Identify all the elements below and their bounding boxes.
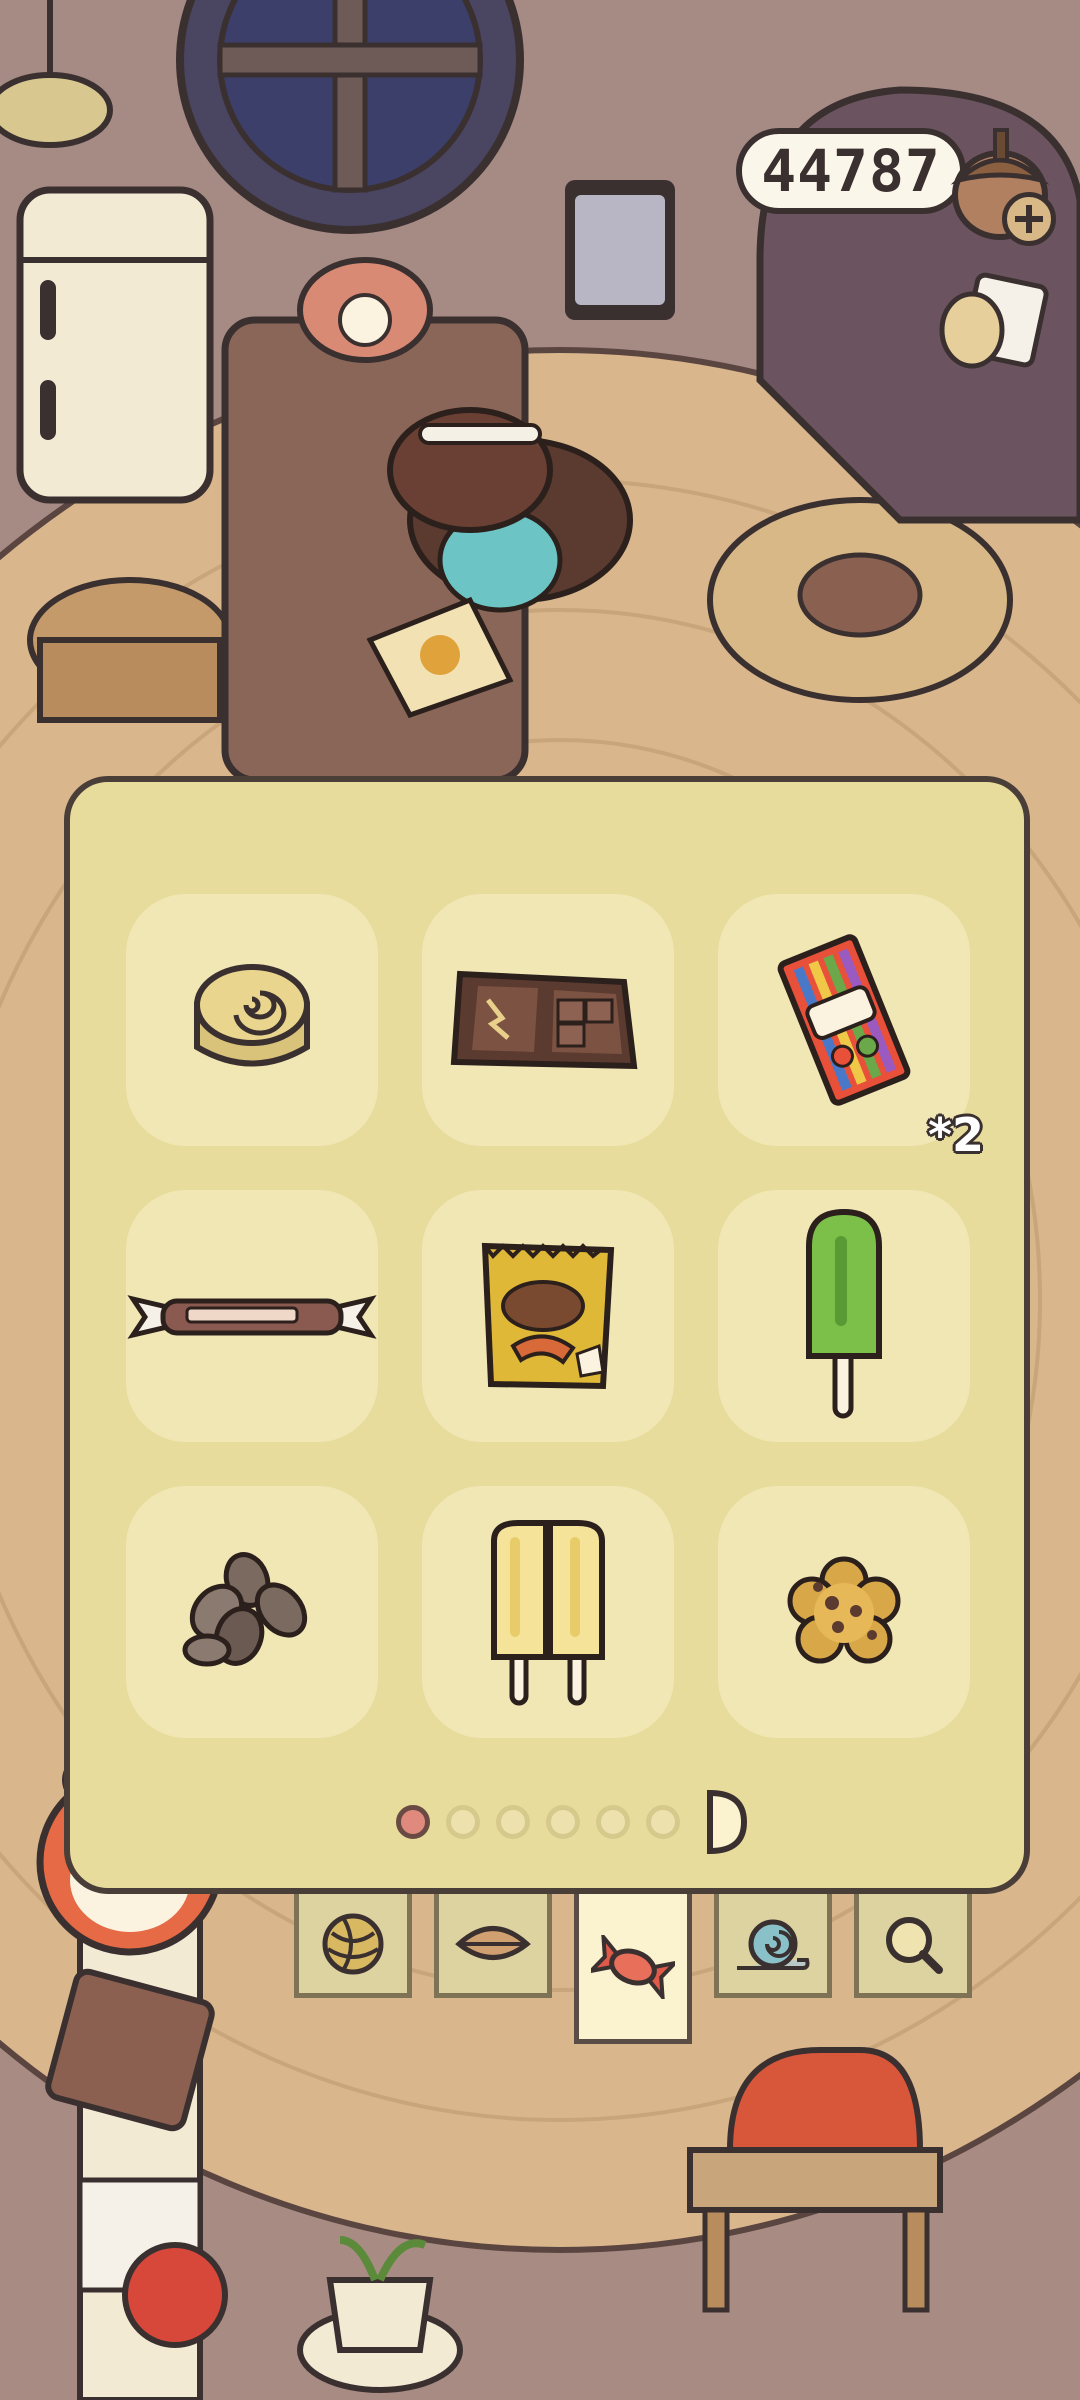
candy-pack-icon bbox=[777, 934, 911, 1106]
tab-leaf[interactable] bbox=[434, 1894, 552, 1998]
plus-icon bbox=[1015, 205, 1043, 233]
item-count: *2 bbox=[927, 1108, 984, 1162]
add-coins-button[interactable] bbox=[1002, 192, 1056, 246]
twin-popsicle-icon bbox=[491, 1520, 605, 1706]
category-tabs bbox=[290, 1894, 980, 2054]
item-slot-flower-cookie[interactable] bbox=[718, 1486, 970, 1738]
item-slot-wrapped-candy-stick[interactable] bbox=[126, 1190, 378, 1442]
candy-icon bbox=[591, 1934, 675, 1999]
page-dot-3[interactable] bbox=[496, 1805, 530, 1839]
page-indicator bbox=[396, 1789, 748, 1855]
cat-paw-button[interactable] bbox=[930, 270, 1050, 380]
item-slot-chocolate-bar[interactable] bbox=[422, 894, 674, 1146]
cinnamon-roll-icon bbox=[194, 964, 310, 1067]
snail-icon bbox=[737, 1919, 810, 1970]
wrapped-candy-stick-icon bbox=[127, 1295, 377, 1339]
item-slot-snack-chips-bag[interactable] bbox=[422, 1190, 674, 1442]
yarn-ball-icon bbox=[322, 1913, 384, 1974]
item-slot-sunflower-seeds[interactable] bbox=[126, 1486, 378, 1738]
page-dot-2[interactable] bbox=[446, 1805, 480, 1839]
page-dot-1[interactable] bbox=[396, 1805, 430, 1839]
item-slot-green-popsicle[interactable] bbox=[718, 1190, 970, 1442]
coin-counter: 44787 bbox=[736, 128, 966, 214]
tab-candy[interactable] bbox=[574, 1894, 692, 2044]
tab-search[interactable] bbox=[854, 1894, 972, 1998]
chocolate-bar-icon bbox=[450, 970, 638, 1070]
leaf-icon bbox=[455, 1925, 531, 1960]
flower-cookie-icon bbox=[787, 1556, 901, 1664]
page-dot-6[interactable] bbox=[646, 1805, 680, 1839]
tab-snail[interactable] bbox=[714, 1894, 832, 1998]
magnifier-icon bbox=[886, 1916, 943, 1974]
item-slot-candy-pack[interactable]: *2 bbox=[718, 894, 984, 1162]
next-page-arrow-icon[interactable] bbox=[706, 1789, 748, 1855]
page-dot-5[interactable] bbox=[596, 1805, 630, 1839]
green-popsicle-icon bbox=[806, 1208, 882, 1419]
item-slot-cinnamon-roll[interactable] bbox=[126, 894, 378, 1146]
cat-paw-icon bbox=[939, 272, 1049, 369]
snack-chips-bag-icon bbox=[481, 1242, 615, 1390]
page-dot-4[interactable] bbox=[546, 1805, 580, 1839]
item-slot-twin-popsicle[interactable] bbox=[422, 1486, 674, 1738]
snack-inventory-panel: *2 bbox=[64, 776, 1030, 1894]
tab-yarn[interactable] bbox=[294, 1894, 412, 1998]
sunflower-seeds-icon bbox=[182, 1552, 308, 1667]
item-grid: *2 bbox=[126, 894, 984, 1744]
coin-amount: 44787 bbox=[761, 137, 941, 205]
